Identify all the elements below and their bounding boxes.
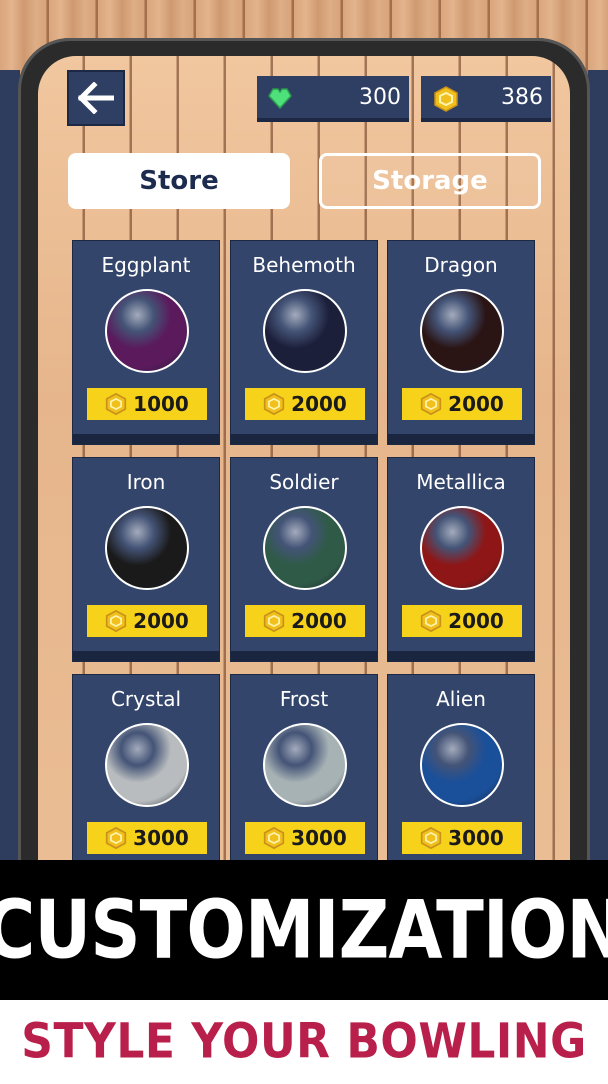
bowling-ball-icon [420, 289, 504, 373]
bowling-ball-icon [263, 506, 347, 590]
price-button[interactable]: 2000 [87, 605, 207, 637]
store-item-card[interactable]: Behemoth 2000 [230, 240, 378, 445]
bowling-ball-icon [263, 723, 347, 807]
price-amount: 3000 [448, 826, 504, 850]
tab-storage[interactable]: Storage [319, 153, 541, 209]
price-button[interactable]: 2000 [402, 605, 522, 637]
price-button[interactable]: 1000 [87, 388, 207, 420]
side-frame-left [0, 70, 20, 860]
price-amount: 2000 [133, 609, 189, 633]
bowling-ball-icon [420, 506, 504, 590]
price-amount: 2000 [291, 392, 347, 416]
coin-icon [421, 393, 442, 415]
heart-gem-icon [268, 88, 292, 110]
price-button[interactable]: 2000 [402, 388, 522, 420]
coin-icon [434, 86, 458, 112]
bowling-ball-icon [105, 506, 189, 590]
item-name: Behemoth [252, 253, 356, 277]
price-button[interactable]: 3000 [245, 822, 365, 854]
price-amount: 2000 [291, 609, 347, 633]
coin-icon [421, 827, 442, 849]
price-amount: 1000 [133, 392, 189, 416]
price-amount: 3000 [291, 826, 347, 850]
coins-amount: 386 [501, 85, 543, 110]
item-name: Metallica [416, 470, 506, 494]
store-item-card[interactable]: Metallica 2000 [387, 457, 535, 662]
gems-counter: 300 [257, 76, 409, 122]
price-button[interactable]: 3000 [87, 822, 207, 854]
arrow-left-icon [78, 82, 114, 114]
gems-amount: 300 [359, 85, 401, 110]
store-item-card[interactable]: Soldier 2000 [230, 457, 378, 662]
coin-icon [264, 827, 285, 849]
store-item-card[interactable]: Dragon 2000 [387, 240, 535, 445]
coin-icon [264, 610, 285, 632]
bowling-ball-icon [263, 289, 347, 373]
store-item-card[interactable]: Alien 3000 [387, 674, 535, 879]
price-button[interactable]: 2000 [245, 605, 365, 637]
promo-banner: CUSTOMIZATION [0, 860, 608, 1000]
item-name: Crystal [110, 687, 182, 711]
item-name: Soldier [269, 470, 339, 494]
item-name: Dragon [424, 253, 498, 277]
item-name: Frost [279, 687, 329, 711]
store-item-card[interactable]: Crystal 3000 [72, 674, 220, 879]
store-item-card[interactable]: Iron 2000 [72, 457, 220, 662]
item-name: Alien [436, 687, 486, 711]
price-amount: 2000 [448, 609, 504, 633]
coin-icon [106, 393, 127, 415]
item-name: Eggplant [101, 253, 191, 277]
promo-headline: CUSTOMIZATION [0, 882, 608, 978]
back-button[interactable] [67, 70, 125, 126]
store-item-card[interactable]: Frost 3000 [230, 674, 378, 879]
price-button[interactable]: 2000 [245, 388, 365, 420]
coin-icon [264, 393, 285, 415]
store-item-card[interactable]: Eggplant 1000 [72, 240, 220, 445]
item-name: Iron [126, 470, 166, 494]
price-amount: 2000 [448, 392, 504, 416]
price-button[interactable]: 3000 [402, 822, 522, 854]
bowling-ball-icon [105, 289, 189, 373]
coins-counter: 386 [421, 76, 551, 122]
bowling-ball-icon [105, 723, 189, 807]
bowling-ball-icon [420, 723, 504, 807]
side-frame-right [588, 70, 608, 860]
coin-icon [106, 610, 127, 632]
promo-subheadline: STYLE YOUR BOWLING [21, 1012, 587, 1070]
price-amount: 3000 [133, 826, 189, 850]
coin-icon [106, 827, 127, 849]
tab-store[interactable]: Store [68, 153, 290, 209]
coin-icon [421, 610, 442, 632]
